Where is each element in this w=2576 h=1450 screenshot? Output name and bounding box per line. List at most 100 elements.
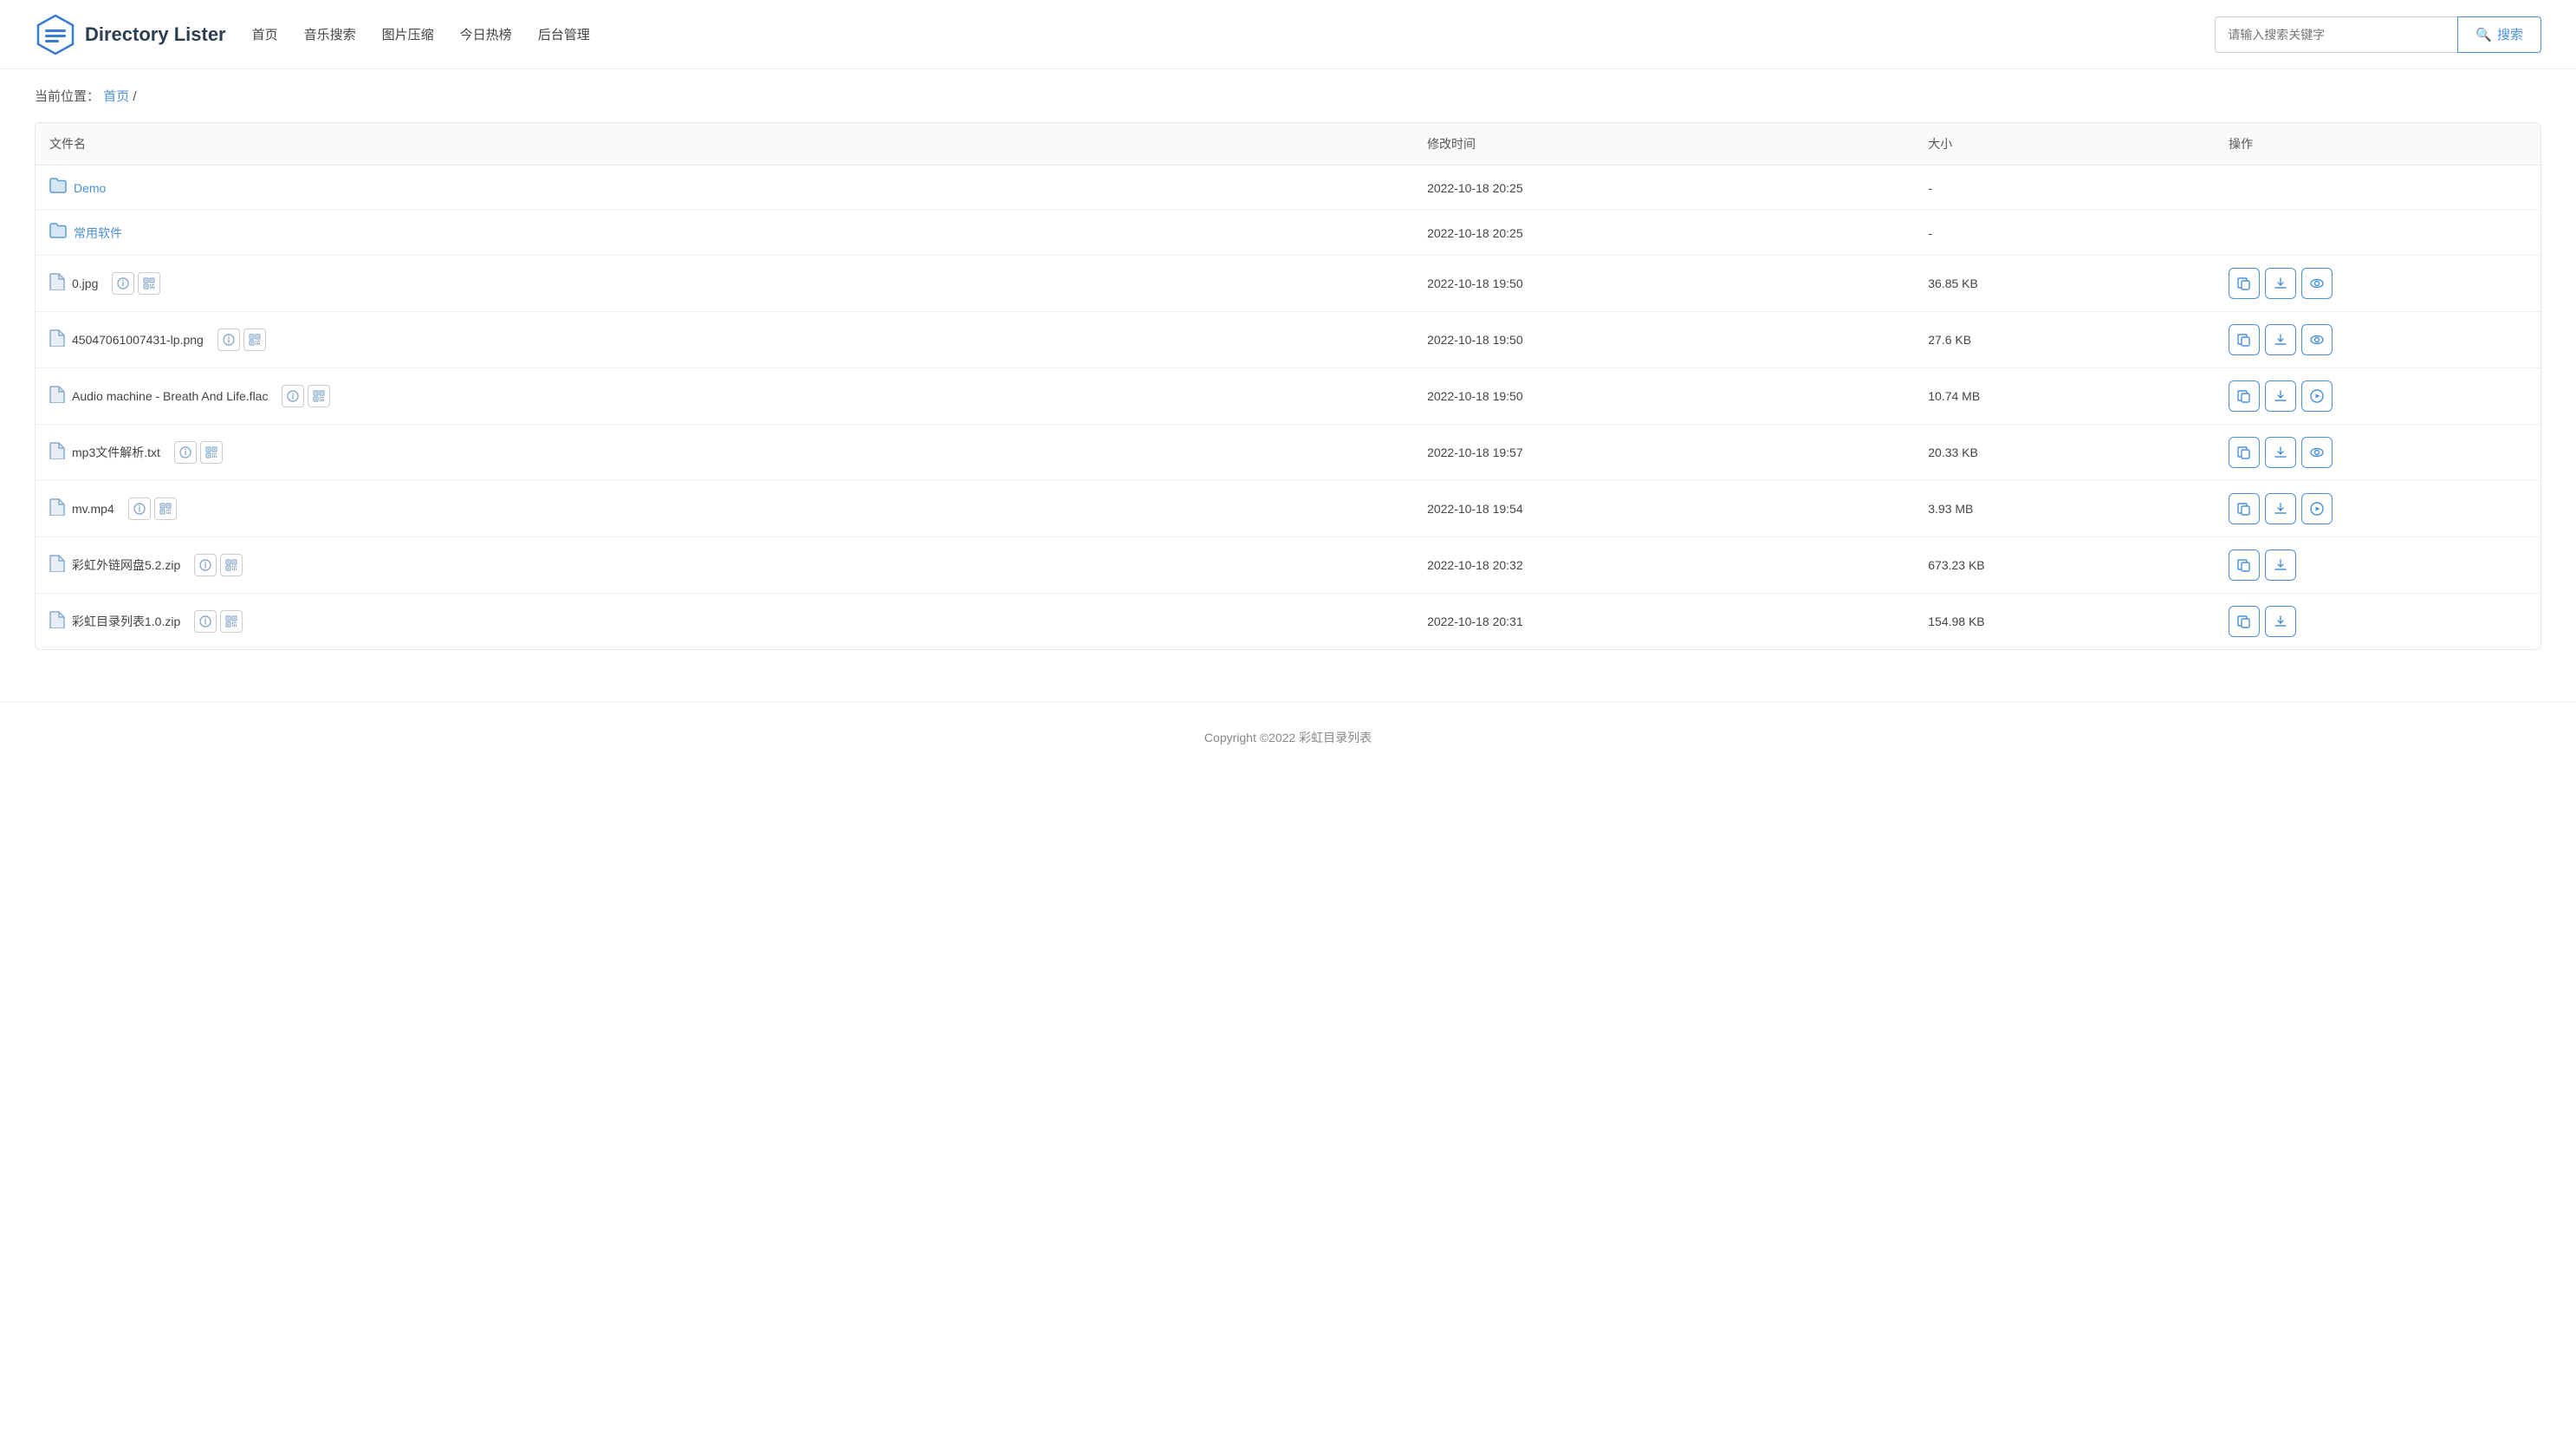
info-button[interactable] bbox=[282, 385, 304, 407]
qr-button[interactable] bbox=[154, 497, 177, 520]
table-row: 彩虹目录列表1.0.zip2022-10-18 20:31154.98 KB bbox=[36, 594, 2540, 650]
qr-button[interactable] bbox=[220, 554, 243, 576]
file-modified: 2022-10-18 19:50 bbox=[1413, 368, 1914, 425]
play-button[interactable] bbox=[2301, 493, 2333, 524]
copy-button[interactable] bbox=[2229, 606, 2260, 637]
file-modified: 2022-10-18 19:50 bbox=[1413, 256, 1914, 312]
download-button[interactable] bbox=[2265, 606, 2296, 637]
qr-button[interactable] bbox=[243, 328, 266, 351]
file-ops bbox=[2215, 368, 2540, 425]
col-header-size: 大小 bbox=[1914, 123, 2215, 166]
search-button[interactable]: 🔍 搜索 bbox=[2457, 16, 2541, 53]
info-button[interactable] bbox=[217, 328, 240, 351]
file-size: - bbox=[1914, 166, 2215, 211]
preview-button[interactable] bbox=[2301, 324, 2333, 355]
table-row: 彩虹外链网盘5.2.zip 2022-10-18 20:32673.23 KB bbox=[36, 537, 2540, 594]
file-size: 20.33 KB bbox=[1914, 425, 2215, 481]
file-inline-actions bbox=[112, 272, 160, 295]
breadcrumb-separator: / bbox=[133, 89, 136, 104]
file-name: 0.jpg bbox=[72, 276, 98, 290]
file-cell: 45047061007431-lp.png bbox=[49, 328, 1399, 351]
file-name[interactable]: Demo bbox=[74, 181, 106, 195]
file-ops bbox=[2215, 256, 2540, 312]
file-icon bbox=[49, 329, 65, 351]
file-cell: Demo bbox=[49, 178, 1399, 198]
file-modified: 2022-10-18 20:32 bbox=[1413, 537, 1914, 594]
logo-area: Directory Lister bbox=[35, 14, 226, 55]
qr-button[interactable] bbox=[200, 441, 223, 464]
file-size: 154.98 KB bbox=[1914, 594, 2215, 650]
info-button[interactable] bbox=[112, 272, 134, 295]
download-button[interactable] bbox=[2265, 493, 2296, 524]
file-modified: 2022-10-18 20:31 bbox=[1413, 594, 1914, 650]
play-button[interactable] bbox=[2301, 380, 2333, 412]
logo-icon bbox=[35, 14, 76, 55]
copy-button[interactable] bbox=[2229, 493, 2260, 524]
file-inline-actions bbox=[174, 441, 223, 464]
file-size: 673.23 KB bbox=[1914, 537, 2215, 594]
breadcrumb-home-link[interactable]: 首页 bbox=[103, 89, 129, 104]
file-ops bbox=[2215, 425, 2540, 481]
download-button[interactable] bbox=[2265, 549, 2296, 581]
table-row: Demo 2022-10-18 20:25- bbox=[36, 166, 2540, 211]
copy-button[interactable] bbox=[2229, 549, 2260, 581]
download-button[interactable] bbox=[2265, 324, 2296, 355]
table-row: 45047061007431-lp.png 2022-10-18 19:5027.… bbox=[36, 312, 2540, 368]
file-modified: 2022-10-18 20:25 bbox=[1413, 211, 1914, 256]
info-button[interactable] bbox=[194, 554, 217, 576]
info-button[interactable] bbox=[194, 610, 217, 633]
file-modified: 2022-10-18 20:25 bbox=[1413, 166, 1914, 211]
file-ops bbox=[2215, 166, 2540, 211]
file-size: 36.85 KB bbox=[1914, 256, 2215, 312]
file-name[interactable]: 常用软件 bbox=[74, 224, 122, 242]
file-modified: 2022-10-18 19:50 bbox=[1413, 312, 1914, 368]
file-icon bbox=[49, 611, 65, 633]
nav-item-home[interactable]: 首页 bbox=[252, 25, 278, 43]
file-ops bbox=[2215, 211, 2540, 256]
table-row: 常用软件 2022-10-18 20:25- bbox=[36, 211, 2540, 256]
logo-text: Directory Lister bbox=[85, 23, 226, 46]
ops-cell bbox=[2229, 493, 2527, 524]
col-header-name: 文件名 bbox=[36, 123, 1413, 166]
download-button[interactable] bbox=[2265, 380, 2296, 412]
file-size: 27.6 KB bbox=[1914, 312, 2215, 368]
file-ops bbox=[2215, 312, 2540, 368]
qr-button[interactable] bbox=[138, 272, 160, 295]
breadcrumb: 当前位置： 首页 / bbox=[0, 69, 2576, 122]
nav-item-admin[interactable]: 后台管理 bbox=[538, 25, 590, 43]
ops-cell bbox=[2229, 324, 2527, 355]
qr-button[interactable] bbox=[308, 385, 330, 407]
search-area: 🔍 搜索 bbox=[2215, 16, 2541, 53]
copy-button[interactable] bbox=[2229, 324, 2260, 355]
file-name: mv.mp4 bbox=[72, 502, 114, 516]
file-ops bbox=[2215, 537, 2540, 594]
search-input[interactable] bbox=[2215, 16, 2457, 53]
file-size: - bbox=[1914, 211, 2215, 256]
folder-icon bbox=[49, 178, 67, 198]
search-button-label: 搜索 bbox=[2497, 25, 2523, 43]
file-cell: 彩虹外链网盘5.2.zip bbox=[49, 554, 1399, 576]
file-ops bbox=[2215, 481, 2540, 537]
copy-button[interactable] bbox=[2229, 380, 2260, 412]
file-name: mp3文件解析.txt bbox=[72, 444, 160, 461]
info-button[interactable] bbox=[174, 441, 197, 464]
copy-button[interactable] bbox=[2229, 268, 2260, 299]
preview-button[interactable] bbox=[2301, 437, 2333, 468]
qr-button[interactable] bbox=[220, 610, 243, 633]
table-row: mv.mp42022-10-18 19:543.93 MB bbox=[36, 481, 2540, 537]
download-button[interactable] bbox=[2265, 268, 2296, 299]
copy-button[interactable] bbox=[2229, 437, 2260, 468]
file-table-container: 文件名 修改时间 大小 操作 Demo2022-10-18 20:25-常用软件… bbox=[35, 122, 2541, 650]
table-row: 0.jpg 2022-10-18 19:5036.85 KB bbox=[36, 256, 2540, 312]
nav-item-hot-list[interactable]: 今日热榜 bbox=[460, 25, 512, 43]
ops-cell bbox=[2229, 268, 2527, 299]
ops-cell bbox=[2229, 380, 2527, 412]
ops-cell bbox=[2229, 549, 2527, 581]
nav-item-music-search[interactable]: 音乐搜索 bbox=[304, 25, 356, 43]
file-modified: 2022-10-18 19:57 bbox=[1413, 425, 1914, 481]
info-button[interactable] bbox=[128, 497, 151, 520]
download-button[interactable] bbox=[2265, 437, 2296, 468]
preview-button[interactable] bbox=[2301, 268, 2333, 299]
file-icon bbox=[49, 273, 65, 295]
nav-item-image-compress[interactable]: 图片压缩 bbox=[382, 25, 434, 43]
